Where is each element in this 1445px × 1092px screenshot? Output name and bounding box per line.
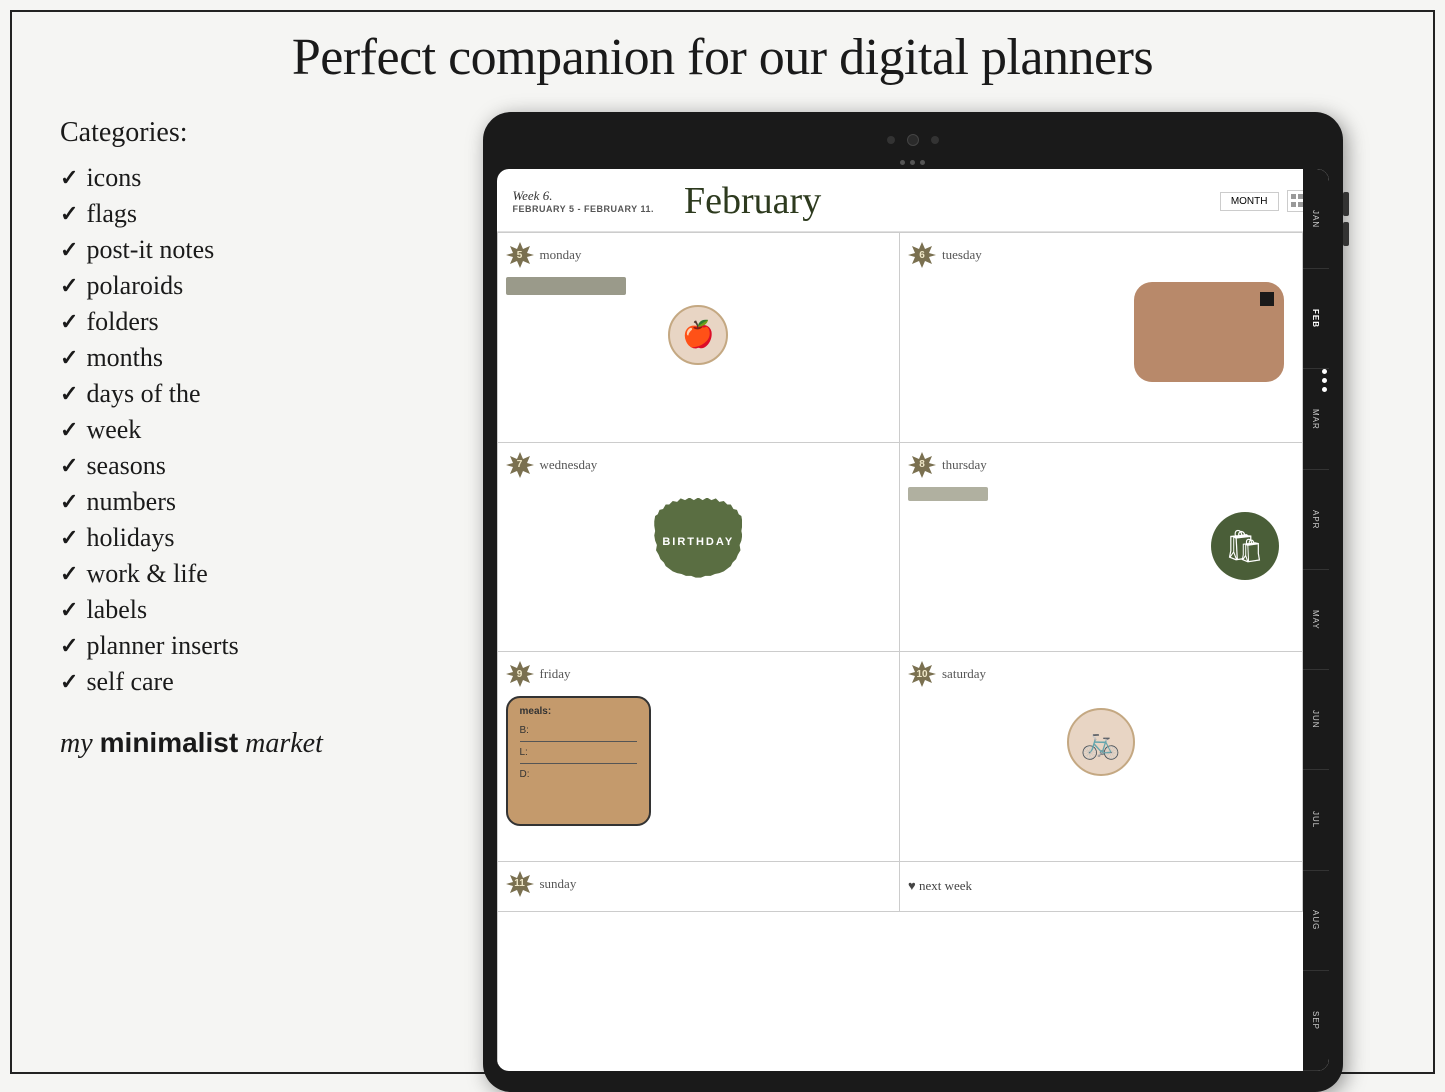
day-number: 6 (919, 250, 925, 261)
day-header: 6 tuesday (908, 241, 1294, 269)
tablet-camera-main (907, 134, 919, 146)
sidebar-month-feb[interactable]: FEB (1303, 269, 1329, 369)
day-name: tuesday (942, 247, 982, 263)
tablet-more-dot (1322, 387, 1327, 392)
planner-header: Week 6. FEBRUARY 5 - FEBRUARY 11. Februa… (497, 169, 1329, 232)
meals-l: L: (520, 747, 637, 764)
day-header: 5 monday (506, 241, 892, 269)
day-name: friday (540, 666, 571, 682)
day-name: saturday (942, 666, 986, 682)
tablet-more-dot (1322, 378, 1327, 383)
day-num-badge: 7 (506, 451, 534, 479)
meals-title: meals: (520, 706, 637, 717)
day-number: 11 (514, 878, 525, 889)
tablet-dot (900, 160, 905, 165)
tablet-side-btn (1343, 222, 1349, 246)
planner-header-right: MONTH (1220, 190, 1313, 212)
tag-sticker (1134, 282, 1284, 382)
right-panel: Week 6. FEBRUARY 5 - FEBRUARY 11. Februa… (410, 107, 1415, 1081)
bike-sticker: 🚲 (1067, 708, 1135, 776)
planner-sidebar: JAN FEB MAR APR MAY JUN JUL AUG SEP (1303, 169, 1329, 1071)
gray-bar-sticker (506, 277, 626, 295)
day-number: 5 (517, 250, 523, 261)
tablet-device: Week 6. FEBRUARY 5 - FEBRUARY 11. Februa… (483, 112, 1343, 1092)
tablet-side-btn (1343, 192, 1349, 216)
sidebar-month-jun[interactable]: JUN (1303, 670, 1329, 770)
day-num-badge: 9 (506, 660, 534, 688)
day-number: 8 (919, 459, 925, 470)
planner-screen: Week 6. FEBRUARY 5 - FEBRUARY 11. Februa… (497, 169, 1329, 1071)
tablet-side-buttons (1343, 192, 1349, 246)
day-cell-friday: 9 friday meals: B: L: D: (498, 652, 901, 862)
date-range: FEBRUARY 5 - FEBRUARY 11. (513, 204, 655, 214)
day-cell-thursday: 8 thursday 🛍 (900, 443, 1303, 653)
day-num-badge: 11 (506, 870, 534, 898)
planner-header-left: Week 6. FEBRUARY 5 - FEBRUARY 11. (513, 188, 655, 214)
day-cell-tuesday: 6 tuesday (900, 233, 1303, 443)
calendar-grid: 5 monday 🍎 (497, 232, 1303, 1071)
day-header: 11 sunday (506, 870, 892, 898)
day-name: sunday (540, 876, 577, 892)
day-name: wednesday (540, 457, 598, 473)
sidebar-month-may[interactable]: MAY (1303, 570, 1329, 670)
day-header: 7 wednesday (506, 451, 892, 479)
grid-dot (1291, 194, 1296, 199)
day-num-badge: 6 (908, 241, 936, 269)
sidebar-month-jan[interactable]: JAN (1303, 169, 1329, 269)
birthday-label: BIRTHDAY (662, 536, 734, 548)
grid-dot (1291, 202, 1296, 207)
meals-sticker: meals: B: L: D: (506, 696, 651, 826)
sticker-area: BIRTHDAY (506, 487, 892, 597)
tablet-camera-right (931, 136, 939, 144)
sticker-area (908, 277, 1294, 387)
fruit-sticker: 🍎 (668, 305, 728, 365)
next-week-label: ♥ next week (908, 878, 972, 894)
meals-b: B: (520, 725, 637, 742)
tag-hole (1260, 292, 1274, 306)
tablet-screen: Week 6. FEBRUARY 5 - FEBRUARY 11. Februa… (497, 169, 1329, 1071)
bag-circle-sticker: 🛍 (1211, 512, 1279, 580)
sidebar-month-sep[interactable]: SEP (1303, 971, 1329, 1071)
day-header: 8 thursday (908, 451, 1294, 479)
sticker-area: 🛍 (908, 501, 1294, 591)
tablet-dot (910, 160, 915, 165)
week-label: Week 6. (513, 188, 655, 204)
day-number: 9 (517, 669, 523, 680)
month-button[interactable]: MONTH (1220, 192, 1279, 211)
sticker-area: 🚲 (908, 708, 1294, 776)
day-cell-next-week: ♥ next week (900, 862, 1303, 912)
day-cell-wednesday: 7 wednesday BIRTHDAY (498, 443, 901, 653)
day-name: thursday (942, 457, 987, 473)
day-num-badge: 8 (908, 451, 936, 479)
gray-bar-sticker-sm (908, 487, 988, 501)
day-header: 10 saturday (908, 660, 1294, 688)
day-number: 10 (916, 669, 927, 680)
tablet-dot (920, 160, 925, 165)
sticker-area: 🍎 (506, 305, 892, 395)
tablet-more-dot (1322, 369, 1327, 374)
day-header: 9 friday (506, 660, 892, 688)
month-title: February (684, 179, 1210, 223)
tablet-camera-left (887, 136, 895, 144)
meals-d: D: (520, 769, 637, 780)
sidebar-month-aug[interactable]: AUG (1303, 871, 1329, 971)
day-num-badge: 10 (908, 660, 936, 688)
sidebar-month-apr[interactable]: APR (1303, 470, 1329, 570)
day-cell-monday: 5 monday 🍎 (498, 233, 901, 443)
birthday-sticker: BIRTHDAY (654, 498, 742, 586)
day-num-badge: 5 (506, 241, 534, 269)
tablet-more-dots (1322, 369, 1327, 392)
tablet-top-bar (497, 126, 1329, 154)
day-number: 7 (517, 459, 523, 470)
sidebar-month-jul[interactable]: JUL (1303, 770, 1329, 870)
day-name: monday (540, 247, 582, 263)
day-cell-sunday: 11 sunday (498, 862, 901, 912)
day-cell-saturday: 10 saturday 🚲 (900, 652, 1303, 862)
